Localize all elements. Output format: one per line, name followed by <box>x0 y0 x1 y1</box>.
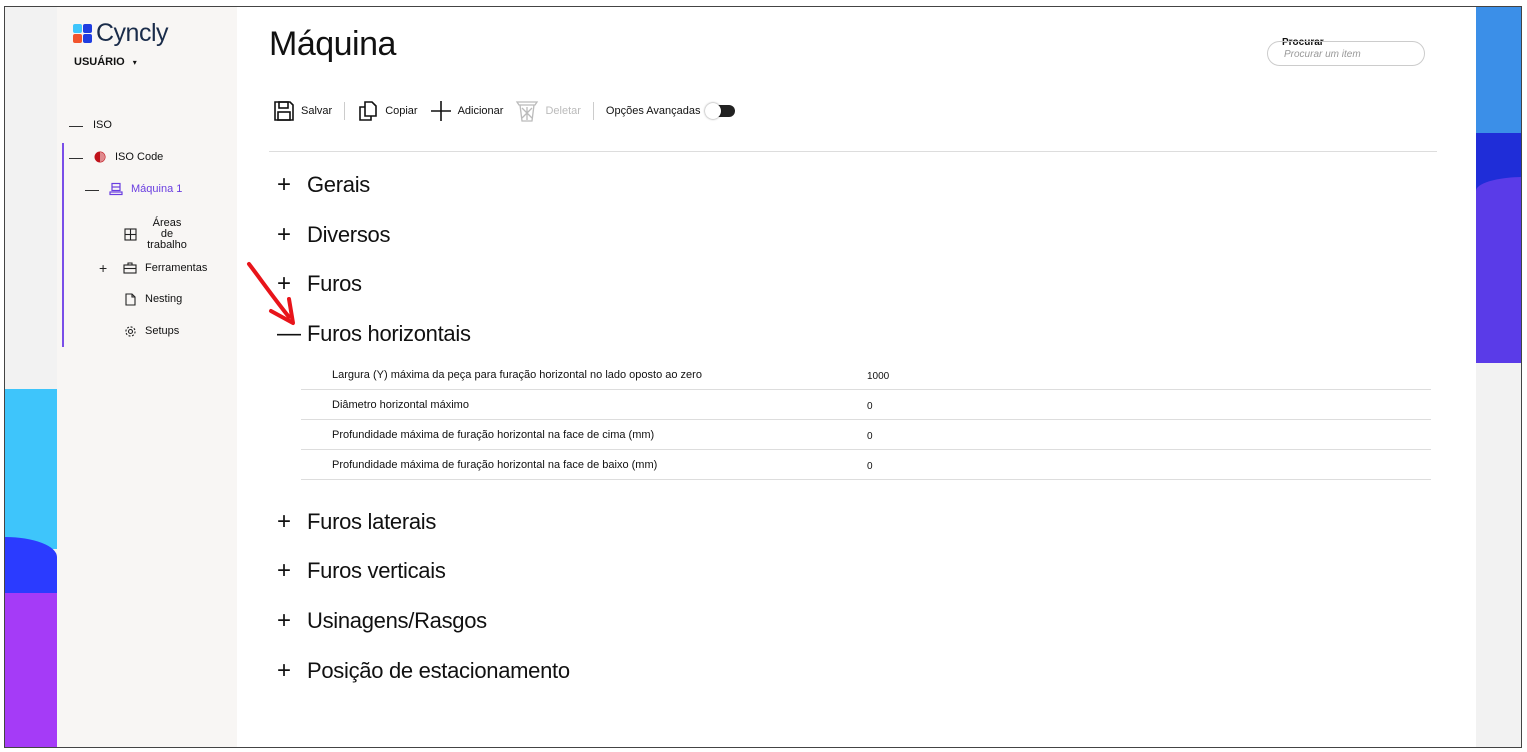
tree-item-iso-code[interactable]: — ISO Code <box>69 149 163 165</box>
expand-icon: + <box>277 607 291 634</box>
page-icon <box>123 292 137 306</box>
section-title: Furos laterais <box>307 509 437 534</box>
section-title: Furos horizontais <box>307 321 471 346</box>
add-button[interactable]: Adicionar <box>430 100 504 122</box>
field-value[interactable]: 0 <box>867 461 873 472</box>
section-furos-horizontais[interactable]: — Furos horizontais <box>277 320 471 348</box>
expand-icon: + <box>277 171 291 198</box>
field-value[interactable]: 1000 <box>867 371 889 382</box>
expand-icon: + <box>277 508 291 535</box>
app-window: Cyncly USUÁRIO ▾ — ISO — ISO Code — Máqui… <box>4 6 1522 748</box>
toolbar-divider-line <box>269 151 1437 152</box>
brand-logo[interactable]: Cyncly <box>73 19 169 48</box>
field-label: Diâmetro horizontal máximo <box>332 399 469 411</box>
tree-label: Nesting <box>145 293 183 305</box>
tree-label: ISO <box>93 119 112 131</box>
trash-icon <box>516 101 539 122</box>
tree-label: Ferramentas <box>145 262 208 274</box>
tree-label: ISO Code <box>115 151 164 163</box>
decorative-band-left <box>5 7 57 747</box>
tree-item-maquina-1[interactable]: — Máquina 1 <box>85 181 182 197</box>
sidebar: Cyncly USUÁRIO ▾ — ISO — ISO Code — Máqui… <box>57 7 237 747</box>
table-row[interactable]: Diâmetro horizontal máximo 0 <box>301 390 1431 420</box>
iso-code-icon <box>93 150 107 164</box>
annotation-arrow-icon <box>247 262 295 325</box>
save-icon <box>274 101 294 121</box>
table-row[interactable]: Profundidade máxima de furação horizonta… <box>301 420 1431 450</box>
section-title: Furos verticais <box>307 558 446 583</box>
section-furos-verticais[interactable]: + Furos verticais <box>277 557 446 585</box>
section-posicao-de-estacionamento[interactable]: + Posição de estacionamento <box>277 657 570 685</box>
section-title: Gerais <box>307 172 370 197</box>
tree-item-areas-de-trabalho[interactable]: Áreas de trabalho <box>123 218 189 251</box>
section-diversos[interactable]: + Diversos <box>277 221 390 249</box>
page-title: Máquina <box>269 25 396 63</box>
table-row[interactable]: Profundidade máxima de furação horizonta… <box>301 450 1431 480</box>
tree-label: Máquina 1 <box>131 183 183 195</box>
section-title: Posição de estacionamento <box>307 658 570 683</box>
advanced-options-label: Opções Avançadas <box>605 105 701 117</box>
user-menu[interactable]: USUÁRIO ▾ <box>74 56 137 68</box>
section-title: Usinagens/Rasgos <box>307 608 487 633</box>
toolbar-divider <box>344 102 346 120</box>
machine-icon <box>109 182 123 196</box>
section-usinagens-rasgos[interactable]: + Usinagens/Rasgos <box>277 607 487 635</box>
chevron-down-icon: ▾ <box>132 58 137 67</box>
toolbox-icon <box>123 261 137 275</box>
tree-item-setups[interactable]: Setups <box>123 324 179 338</box>
field-label: Profundidade máxima de furação horizonta… <box>332 459 658 471</box>
section-furos-laterais[interactable]: + Furos laterais <box>277 508 436 536</box>
copy-icon <box>359 101 377 121</box>
delete-button[interactable]: Deletar <box>515 99 581 123</box>
field-value[interactable]: 0 <box>867 431 873 442</box>
section-gerais[interactable]: + Gerais <box>277 171 370 199</box>
tree-item-ferramentas[interactable]: + Ferramentas <box>99 260 207 276</box>
collapse-icon[interactable]: — <box>69 117 83 133</box>
copy-label: Copiar <box>385 105 418 117</box>
toolbar-divider <box>592 102 594 120</box>
plus-icon <box>430 101 451 121</box>
cyncly-logo-icon <box>73 23 93 44</box>
expand-icon: + <box>277 557 291 584</box>
section-title: Diversos <box>307 222 391 247</box>
field-label: Largura (Y) máxima da peça para furação … <box>332 369 702 381</box>
gear-icon <box>123 324 137 338</box>
section-title: Furos <box>307 271 362 296</box>
copy-button[interactable]: Copiar <box>357 100 418 122</box>
delete-label: Deletar <box>545 105 581 117</box>
decorative-band-right <box>1476 7 1521 747</box>
table-row[interactable]: Largura (Y) máxima da peça para furação … <box>301 360 1431 390</box>
save-button[interactable]: Salvar <box>273 100 332 122</box>
main-panel: Máquina Procurar Procurar um item Salvar… <box>237 7 1476 747</box>
advanced-options-toggle[interactable] <box>704 103 735 119</box>
tree-active-line <box>62 143 64 347</box>
expand-icon[interactable]: + <box>99 260 113 276</box>
collapse-icon[interactable]: — <box>85 181 99 197</box>
collapse-icon[interactable]: — <box>69 149 83 165</box>
add-label: Adicionar <box>457 105 504 117</box>
expand-icon: + <box>277 657 291 684</box>
save-label: Salvar <box>301 105 333 117</box>
field-label: Profundidade máxima de furação horizonta… <box>332 429 655 441</box>
brand-name: Cyncly <box>96 19 169 47</box>
search-input[interactable]: Procurar um item <box>1267 41 1425 66</box>
tree-item-iso[interactable]: — ISO <box>69 117 112 133</box>
grid-icon <box>123 228 137 242</box>
field-value[interactable]: 0 <box>867 401 873 412</box>
expand-icon: + <box>277 221 291 248</box>
tree-item-nesting[interactable]: Nesting <box>123 292 182 306</box>
tree-label: Áreas de trabalho <box>147 217 187 251</box>
toolbar: Salvar Copiar Adicionar Deletar Opções A… <box>273 95 735 127</box>
user-label: USUÁRIO <box>74 56 125 68</box>
tree-label: Setups <box>145 325 180 337</box>
